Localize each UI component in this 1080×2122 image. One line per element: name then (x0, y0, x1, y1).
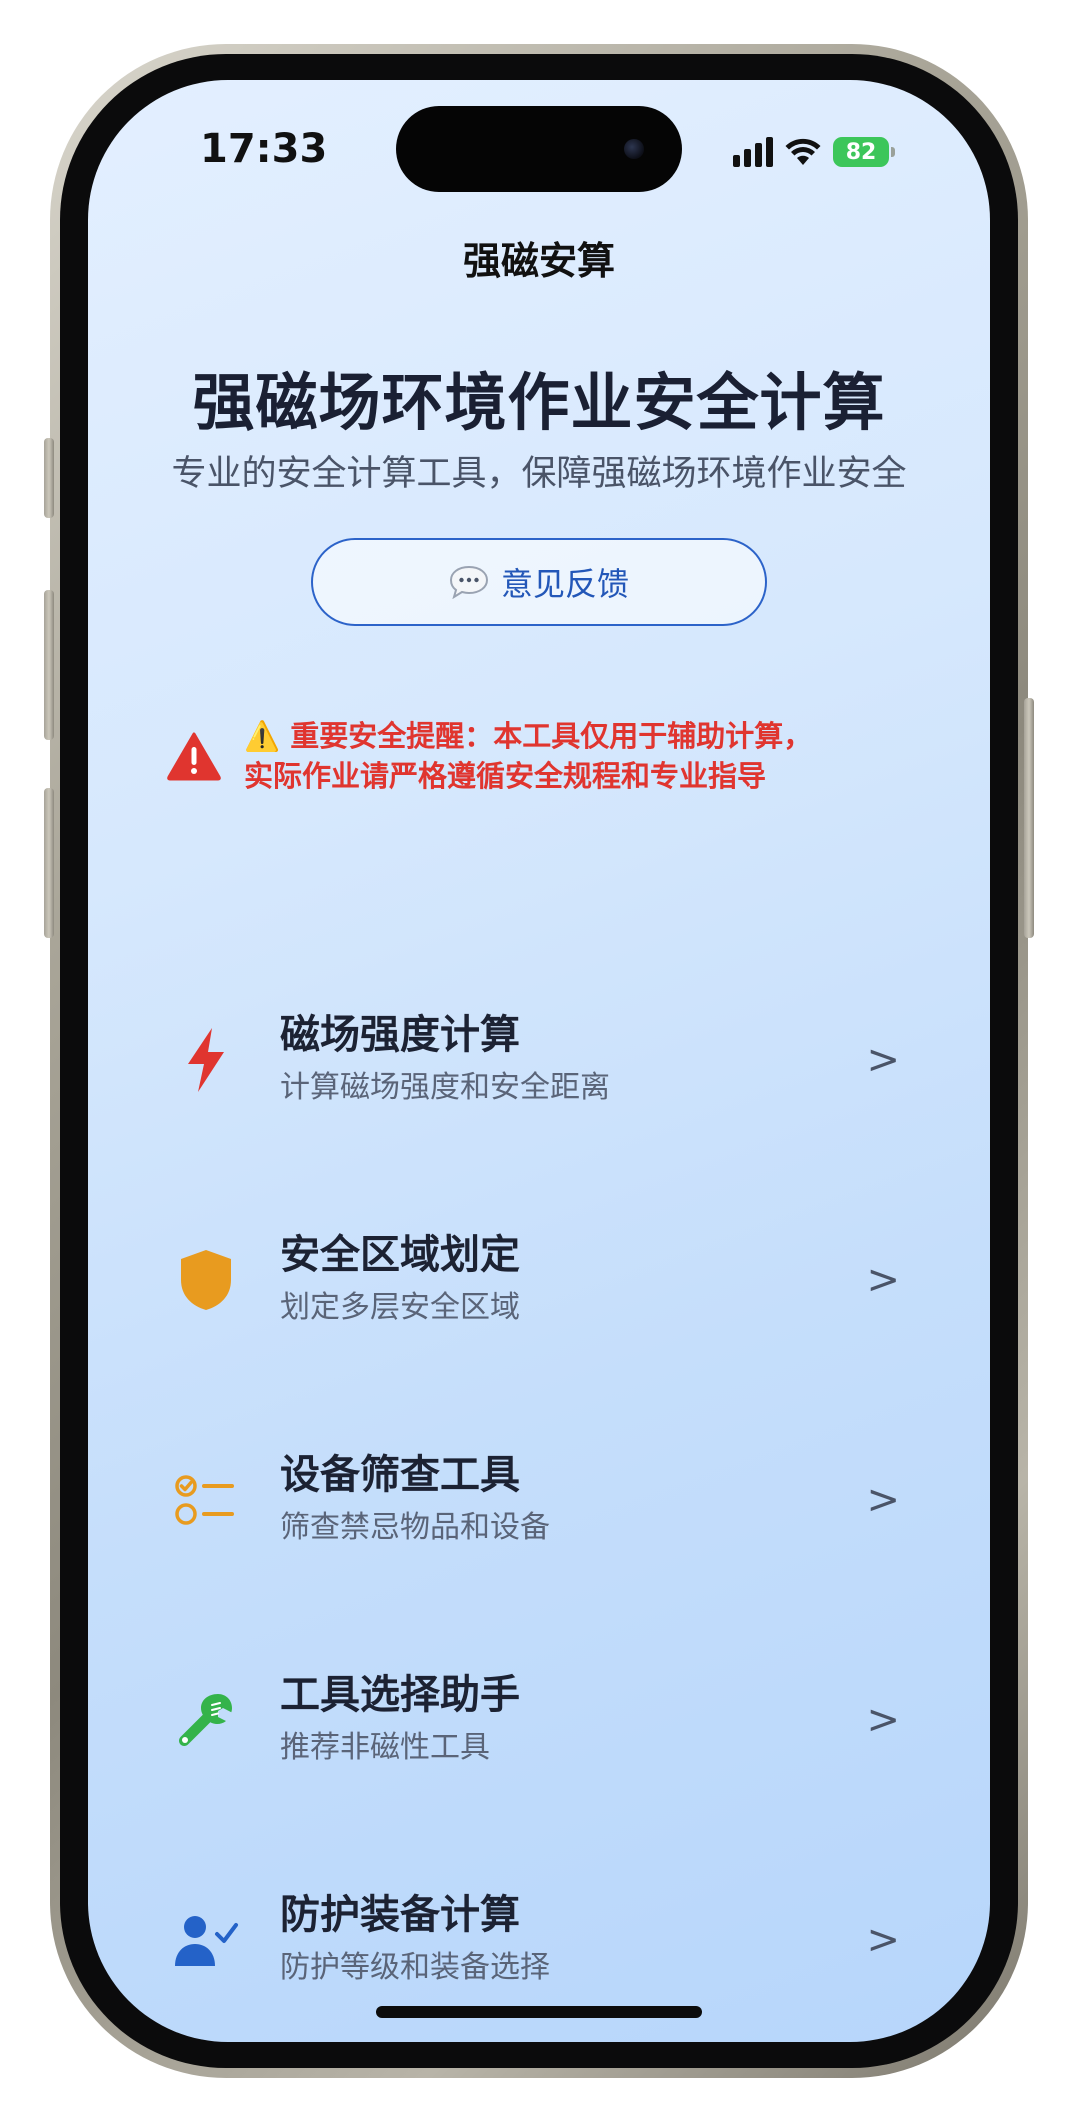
menu-desc: 推荐非磁性工具 (280, 1730, 490, 1765)
status-icons: 82 (733, 132, 895, 172)
menu-item-magnetic-field[interactable]: 磁场强度计算 计算磁场强度和安全距离 > (138, 970, 940, 1150)
page-subtitle: 专业的安全计算工具，保障强磁场环境作业安全 (171, 454, 907, 494)
front-camera (624, 139, 644, 159)
chevron-right-icon: > (866, 1917, 900, 1963)
chevron-right-icon: > (866, 1697, 900, 1743)
cellular-signal-icon (733, 137, 773, 167)
shield-icon (160, 1234, 252, 1326)
menu-title: 工具选择助手 (280, 1672, 520, 1718)
volume-down-button (44, 788, 54, 938)
wrench-icon (160, 1674, 252, 1766)
wifi-icon (785, 138, 821, 165)
dynamic-island (396, 106, 682, 192)
warning-icon (167, 732, 221, 781)
menu-desc: 防护等级和装备选择 (280, 1950, 550, 1985)
feedback-button[interactable]: 意见反馈 (311, 538, 767, 626)
battery-icon: 82 (833, 137, 895, 167)
volume-up-button (44, 590, 54, 740)
user-check-icon (160, 1894, 252, 1986)
menu-item-protective-equipment[interactable]: 防护装备计算 防护等级和装备选择 > (138, 1850, 940, 2030)
menu-desc: 筛查禁忌物品和设备 (280, 1510, 550, 1545)
page-title: 强磁场环境作业安全计算 (192, 366, 886, 439)
menu-item-safety-zone[interactable]: 安全区域划定 划定多层安全区域 > (138, 1190, 940, 1370)
nav-title: 强磁安算 (462, 239, 615, 283)
feedback-label: 意见反馈 (500, 565, 629, 603)
menu-item-equipment-screening[interactable]: 设备筛查工具 筛查禁忌物品和设备 > (138, 1410, 940, 1590)
checklist-icon (160, 1454, 252, 1546)
warning-line-1: ⚠️ 重要安全提醒：本工具仅用于辅助计算， (244, 719, 813, 753)
safety-warning: ⚠️ 重要安全提醒：本工具仅用于辅助计算， 实际作业请严格遵循安全规程和专业指导 (166, 716, 926, 796)
menu-title: 安全区域划定 (280, 1232, 520, 1278)
menu-desc: 计算磁场强度和安全距离 (280, 1070, 610, 1105)
chevron-right-icon: > (866, 1257, 900, 1303)
warning-text: ⚠️ 重要安全提醒：本工具仅用于辅助计算， 实际作业请严格遵循安全规程和专业指导 (244, 716, 812, 796)
lightning-icon (160, 1014, 252, 1106)
battery-level: 82 (845, 139, 877, 165)
home-indicator[interactable] (376, 2006, 702, 2018)
menu-desc: 划定多层安全区域 (280, 1290, 520, 1325)
menu-title: 设备筛查工具 (280, 1452, 520, 1498)
menu-title: 防护装备计算 (280, 1892, 520, 1938)
chevron-right-icon: > (866, 1037, 900, 1083)
chevron-right-icon: > (866, 1477, 900, 1523)
action-button (44, 438, 54, 518)
status-time: 17:33 (200, 126, 328, 172)
warning-line-2: 实际作业请严格遵循安全规程和专业指导 (244, 759, 767, 793)
speech-bubble-icon (449, 565, 488, 599)
menu-title: 磁场强度计算 (280, 1012, 520, 1058)
app-screen: 17:33 82 强磁安算 强磁场环境作业安全计算 专业的安全计算工具，保障强磁… (88, 80, 990, 2042)
power-button (1024, 698, 1034, 938)
menu-item-tool-selection[interactable]: 工具选择助手 推荐非磁性工具 > (138, 1630, 940, 1810)
